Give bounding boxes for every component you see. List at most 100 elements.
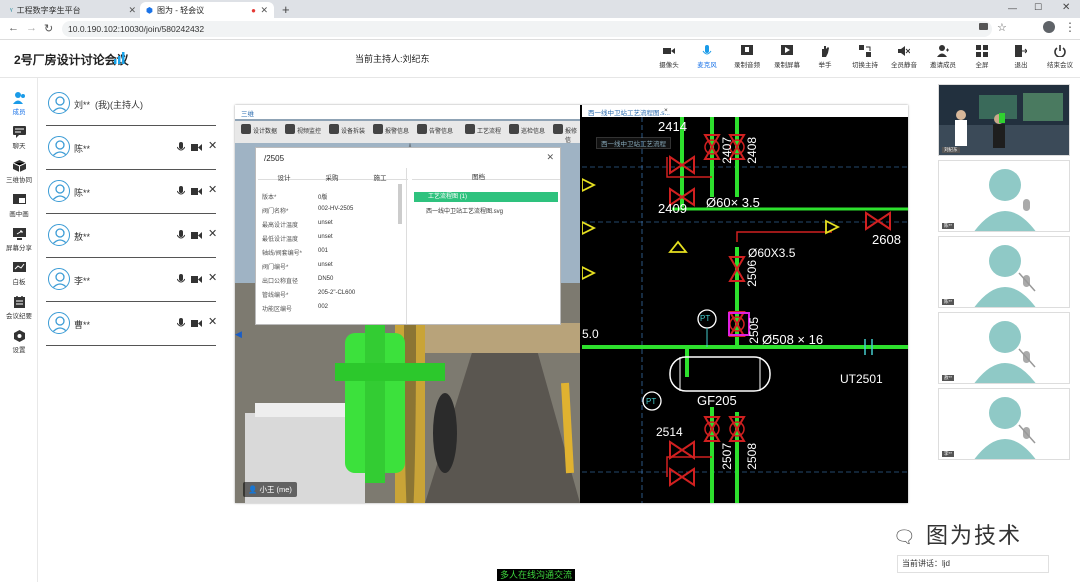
minimize-icon[interactable]: — [1008,3,1017,13]
tree-item-selected[interactable]: 工艺流程图 (1) [414,192,558,202]
rail-item-members[interactable]: 成员 [0,92,38,116]
microphone-icon[interactable] [177,318,185,329]
toolbar-label: 结束会议 [1047,62,1073,69]
camera-button[interactable]: 摄像头 [652,45,686,69]
microphone-icon[interactable] [177,142,185,153]
tab-favicon-icon: ⬢ [146,5,153,15]
toolbar-process-flow[interactable]: 工艺流程 [463,124,501,135]
rail-item-3d-collab[interactable]: 三维协同 [0,160,38,184]
maximize-icon[interactable]: ☐ [1034,2,1042,13]
toolbar-disassembly[interactable]: 设备拆装 [327,124,365,135]
microphone-button[interactable]: 麦克风 [690,45,724,69]
property-value: 001 [318,248,329,254]
toolbar-alarm-info[interactable]: 报警信息 [371,124,409,135]
toolbar-label: 邀请成员 [930,62,956,69]
forward-icon[interactable]: → [26,22,37,34]
property-dialog[interactable]: /2505 ✕ 设计 采购 施工 版本* 0版 阀门名称* 002-HV-250… [255,147,561,325]
member-row[interactable]: 陈** ✕ [46,170,217,214]
record-audio-button[interactable]: 录制音频 [730,45,764,69]
pid-label: Ø60X3.5 [748,246,796,260]
back-icon[interactable]: ← [8,22,19,34]
exit-button[interactable]: 退出 [1004,45,1038,69]
close-icon[interactable]: ✕ [128,5,136,16]
url-field[interactable]: 10.0.190.102:10030/join/580242432 [62,21,992,37]
toolbar-repair[interactable]: 报修信 [551,124,580,144]
profile-icon[interactable] [1043,21,1055,33]
property-key: 功能区编号 [262,307,293,313]
member-row[interactable]: 刘** (我)(主持人) [46,82,216,126]
rail-item-pip[interactable]: 画中画 [0,194,38,218]
watermark: 🗨 图为技术 [893,518,1022,550]
member-row[interactable]: 李** ✕ [46,258,217,302]
camera-icon[interactable] [191,231,202,240]
bookmark-star-icon[interactable]: ☆ [997,21,1007,34]
video-tile-avatar[interactable]: 陈** [938,160,1070,232]
video-tile-avatar[interactable]: 李** [938,388,1070,460]
rail-item-screen-share[interactable]: 屏幕分享 [0,228,38,252]
camera-in-use-icon[interactable] [979,23,988,30]
member-row[interactable]: 陈** ✕ [46,126,217,170]
tree-item-file[interactable]: 西一线中卫站工艺流程图.svg [426,206,503,215]
property-value: 002 [318,304,329,310]
camera-icon[interactable] [191,275,202,284]
pid-drawing-window[interactable]: 西一线中卫站工艺流程图.s... × 西一线中卫站工艺流程 2414 2407 … [582,105,908,503]
microphone-icon[interactable] [177,274,185,285]
member-name: 陈** [74,144,91,154]
microphone-icon[interactable] [177,230,185,241]
scrollbar[interactable] [398,184,402,224]
rail-item-minutes[interactable]: 会议纪要 [0,296,38,320]
tab-procurement[interactable]: 采购 [308,172,356,182]
reload-icon[interactable]: ↻ [44,22,53,35]
window-titlebar: 三维 [235,105,580,119]
close-icon[interactable]: ✕ [546,152,554,163]
toolbar-design-data[interactable]: 设计数据 [239,124,277,135]
toolbar-warning-info[interactable]: 告警信息 [415,124,453,135]
close-icon[interactable]: × [664,107,668,114]
new-tab-icon[interactable]: + [282,2,290,17]
rail-item-settings[interactable]: 设置 [0,330,38,354]
video-tile-tag: 陈** [942,299,955,305]
member-row[interactable]: 敖** ✕ [46,214,217,258]
camera-icon[interactable] [191,187,202,196]
switch-host-button[interactable]: 切换主持 [848,45,882,69]
camera-icon[interactable] [191,319,202,328]
3d-viewer-window[interactable]: 三维 设计数据 视频监控 设备拆装 报警信息 告警信息 工艺流程 巡检信息 报修… [235,105,580,503]
video-tile-avatar[interactable]: 敖** [938,312,1070,384]
pid-label: GF205 [697,393,737,408]
video-tile-avatar[interactable]: 陈** [938,236,1070,308]
rail-item-whiteboard[interactable]: 白板 [0,262,38,286]
microphone-icon[interactable] [177,186,185,197]
property-key: 最低设计温度 [262,237,299,243]
remove-member-icon[interactable]: ✕ [208,139,217,152]
video-tile-camera[interactable]: 刘纪东 [938,84,1070,156]
collapse-arrow-icon[interactable]: ◀ [235,329,242,340]
members-icon [12,92,25,104]
close-icon[interactable]: ✕ [260,5,268,16]
shared-screen[interactable]: 三维 设计数据 视频监控 设备拆装 报警信息 告警信息 工艺流程 巡检信息 报修… [235,105,908,503]
menu-dots-icon[interactable]: ⋮ [1064,20,1076,34]
end-meeting-button[interactable]: 结束会议 [1043,45,1077,69]
rail-item-chat[interactable]: 聊天 [0,126,38,150]
avatar [48,268,70,290]
remove-member-icon[interactable]: ✕ [208,183,217,196]
raise-hand-button[interactable]: 举手 [808,45,842,69]
remove-member-icon[interactable]: ✕ [208,271,217,284]
mute-all-button[interactable]: 全员静音 [887,45,921,69]
record-screen-button[interactable]: 录制屏幕 [770,45,804,69]
window-close-icon[interactable]: ✕ [1062,2,1070,13]
toolbar-inspection[interactable]: 巡检信息 [507,124,545,135]
current-speaker-bar: 当前讲话：ljd [897,555,1049,573]
invite-members-button[interactable]: 邀请成员 [926,45,960,69]
toolbar-video-monitor[interactable]: 视频监控 [283,124,321,135]
chat-icon [12,126,26,138]
tab-design[interactable]: 设计 [260,172,308,182]
browser-tab-twin-platform[interactable]: ᵞ 工程数字孪生平台 ✕ [4,2,142,18]
remove-member-icon[interactable]: ✕ [208,227,217,240]
camera-icon[interactable] [191,143,202,152]
browser-tab-meeting[interactable]: ⬢ 图为 - 轻会议 ● ✕ [140,2,274,18]
fullscreen-button[interactable]: 全屏 [965,45,999,69]
avatar [48,136,70,158]
member-row[interactable]: 曹** ✕ [46,302,217,346]
tab-construction[interactable]: 施工 [356,172,404,182]
remove-member-icon[interactable]: ✕ [208,315,217,328]
